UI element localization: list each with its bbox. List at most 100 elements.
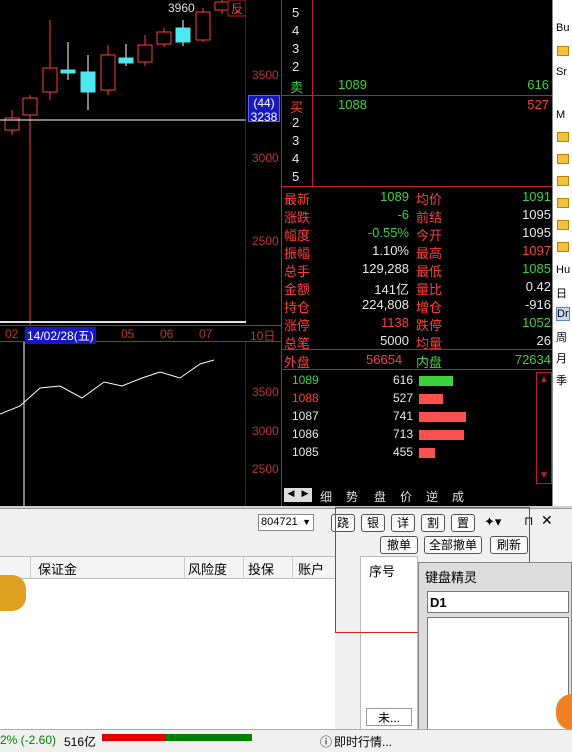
stat-value: -0.55%	[367, 225, 409, 240]
dialog-title: 键盘精灵	[425, 570, 478, 585]
status-bar: 2% (-2.60) 516亿 ⓘ 即时行情...	[0, 729, 572, 752]
sub-tick: 2500	[252, 462, 279, 476]
date-axis: 02 14/02/28(五) 05 06 07 10日	[0, 325, 281, 344]
wizard-input[interactable]: D1	[427, 591, 569, 613]
current-price-marker: (44) 3238	[248, 95, 280, 124]
depth-row[interactable]: 1087 741	[282, 408, 553, 426]
tab-jia[interactable]: 价	[400, 488, 412, 505]
close-icon[interactable]: ✕	[541, 512, 553, 529]
sell-level: 5	[292, 5, 300, 20]
col-margin: 保证金	[38, 562, 78, 577]
sell1-price: 1089	[338, 77, 367, 92]
depth-scrollbar[interactable]: ▲ ▼	[536, 372, 552, 484]
sell1-volume: 616	[527, 77, 549, 92]
price-tick: 3500	[252, 68, 279, 82]
price-tick: 3000	[252, 151, 279, 165]
depth-row[interactable]: 1089 616	[282, 372, 553, 390]
stat-row: 总手 129,288 最低 1085	[282, 260, 553, 279]
candle-body	[156, 31, 172, 45]
strip-icon	[557, 132, 569, 142]
dropdown-icon: ▼	[302, 517, 311, 527]
buy1-price: 1088	[338, 97, 367, 112]
tab-cheng[interactable]: 成	[452, 488, 464, 505]
strip-item-selected[interactable]: Dr	[556, 307, 570, 321]
status-news[interactable]: 即时行情...	[334, 733, 392, 750]
candle-body	[214, 1, 230, 11]
stat-row: 总笔 5000 均量 26	[282, 332, 553, 351]
stat-value: 5000	[380, 333, 409, 348]
stat-value: 1052	[522, 315, 551, 330]
status-change: 2% (-2.60)	[0, 733, 57, 747]
sub-axis: 3500 3000 2500	[246, 342, 281, 506]
pie-logo	[0, 575, 26, 611]
depth-volume: 455	[392, 445, 413, 459]
col-risk: 风险度	[188, 562, 228, 577]
outer-inner-row: 外盘 56654 内盘 72634	[282, 351, 553, 370]
status-bar-green	[166, 734, 252, 741]
depth-row[interactable]: 1088 527	[282, 390, 553, 408]
candle-body	[100, 54, 116, 91]
status-amount: 516亿	[64, 735, 97, 749]
account-select[interactable]: 804721 ▼	[258, 514, 314, 531]
strip-icon	[557, 220, 569, 230]
candle-body	[175, 27, 191, 43]
right-strip: Bu Sr M Hu 日 Dr 周 月 季	[552, 0, 572, 506]
depth-bar	[419, 412, 466, 422]
price-axis: 3500 3000 2500 (44) 3238	[246, 0, 281, 325]
depth-price: 1085	[292, 445, 319, 459]
tab-next-icon[interactable]: ▶	[298, 488, 312, 502]
date-label: 05	[121, 327, 135, 341]
buy1-row[interactable]: 买 1088 527	[282, 96, 553, 115]
sell1-label: 卖	[290, 80, 304, 95]
tab-shi[interactable]: 势	[346, 488, 358, 505]
depth-price: 1088	[292, 391, 319, 405]
depth-bar	[419, 394, 443, 404]
status-bar-red	[102, 734, 166, 741]
sub-chart-line	[0, 359, 215, 415]
candle-body	[118, 57, 134, 64]
depth-row[interactable]: 1086 713	[282, 426, 553, 444]
strip-item: 季	[556, 375, 567, 387]
strip-item: 日	[556, 288, 567, 300]
date-label: 07	[199, 327, 213, 341]
depth-row[interactable]: 1085 455	[282, 444, 553, 462]
depth-bar	[419, 430, 464, 440]
sell1-row[interactable]: 卖 1089 616	[282, 76, 553, 95]
stat-value: 1.10%	[372, 243, 409, 258]
stat-row: 持仓 224,808 增仓 -916	[282, 296, 553, 315]
stat-row: 涨停 1138 跌停 1052	[282, 314, 553, 333]
tab-pan[interactable]: 盘	[374, 488, 386, 505]
stat-value: 224,808	[362, 297, 409, 312]
sub-chart[interactable]	[0, 342, 246, 506]
stat-row: 最新 1089 均价 1091	[282, 188, 553, 207]
buy1-volume: 527	[527, 97, 549, 112]
depth-price: 1086	[292, 427, 319, 441]
strip-icon	[557, 154, 569, 164]
strip-icon	[557, 242, 569, 252]
depth-price: 1089	[292, 373, 319, 387]
buy-level: 3	[292, 133, 300, 148]
sell-level: 2	[292, 59, 300, 74]
sell-level: 3	[292, 41, 300, 56]
news-icon: ⓘ	[320, 735, 333, 749]
scroll-up-icon: ▲	[539, 374, 549, 385]
wizard-results[interactable]	[427, 617, 569, 747]
tab-xi[interactable]: 细	[320, 488, 332, 505]
keyboard-wizard-dialog[interactable]: 键盘精灵 D1	[418, 562, 572, 752]
sub-tick: 3000	[252, 424, 279, 438]
candle-body	[80, 71, 96, 93]
position-table[interactable]: 保证金 风险度 投保 账户	[0, 556, 335, 732]
stat-value: 1095	[522, 207, 551, 222]
candlestick-chart[interactable]: 3960 反	[0, 0, 246, 325]
sub-tick: 3500	[252, 385, 279, 399]
tab-unfinished[interactable]: 未...	[366, 708, 412, 726]
buy-level: 2	[292, 115, 300, 130]
tab-ni[interactable]: 逆	[426, 488, 438, 505]
stat-value: 1095	[522, 225, 551, 240]
stat-row: 幅度 -0.55% 今开 1095	[282, 224, 553, 243]
strip-chart-icon	[557, 46, 569, 56]
tab-prev-icon[interactable]: ◀	[284, 488, 298, 502]
candle-body	[22, 97, 38, 116]
quote-panel: 5 4 3 2 卖 1089 616 买 1088 527 2 3 4 5 最新…	[281, 0, 553, 506]
date-label: 06	[160, 327, 174, 341]
